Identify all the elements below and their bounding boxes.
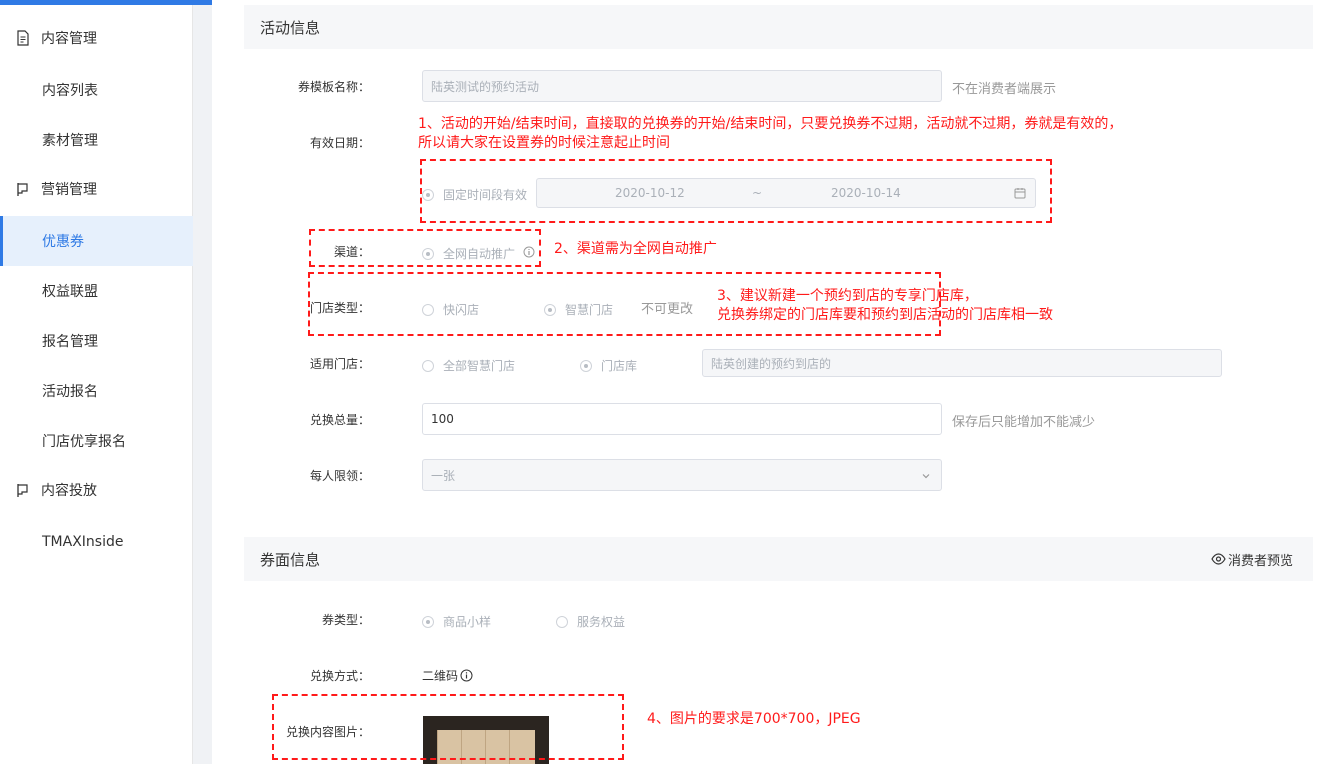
store-library-value: 陆英创建的预约到店的 <box>711 356 832 371</box>
sidebar-item-label: 营销管理 <box>41 182 97 198</box>
annotation-box-image <box>272 694 624 760</box>
radio-label: 门店库 <box>601 359 638 373</box>
sidebar-group-content-delivery[interactable]: 内容投放 <box>0 465 193 515</box>
chevron-down-icon <box>921 470 931 484</box>
radio-label: 商品小样 <box>443 615 492 629</box>
sidebar-group-content-management[interactable]: 内容管理 <box>0 13 193 63</box>
document-icon <box>15 30 31 46</box>
template-name-label: 券模板名称： <box>297 80 370 94</box>
sidebar-item-label: 报名管理 <box>42 334 98 350</box>
template-name-field[interactable]: 陆英测试的预约活动 <box>422 70 942 102</box>
per-person-select[interactable]: 一张 <box>422 459 942 491</box>
annotation-4: 4、图片的要求是700*700，JPEG <box>647 711 861 727</box>
main-content: 活动信息 券模板名称： 陆英测试的预约活动 不在消费者端展示 有效日期： 固定时… <box>212 0 1338 764</box>
sidebar-item-label: 内容投放 <box>41 483 97 499</box>
consumer-preview-button[interactable]: 消费者预览 <box>1211 537 1293 581</box>
flag-icon <box>15 482 31 498</box>
sidebar-group-marketing[interactable]: 营销管理 <box>0 164 193 214</box>
template-name-value: 陆英测试的预约活动 <box>431 79 540 94</box>
preview-label: 消费者预览 <box>1227 553 1293 569</box>
template-name-hint: 不在消费者端展示 <box>952 82 1057 97</box>
applicable-store-label: 适用门店： <box>309 357 370 371</box>
total-hint: 保存后只能增加不能减少 <box>952 415 1096 430</box>
sidebar-item-store-registration[interactable]: 门店优享报名 <box>0 416 193 466</box>
annotation-3-line-2: 兑换券绑定的门店库要和预约到店活动的门店库相一致 <box>717 307 1053 323</box>
radio-dot <box>422 359 434 372</box>
total-label: 兑换总量： <box>309 413 370 427</box>
radio-dot <box>422 615 434 628</box>
sidebar-item-coupon[interactable]: 优惠券 <box>0 216 193 266</box>
redeem-method-value: 二维码 <box>422 669 459 683</box>
section-header-activity: 活动信息 <box>244 5 1313 49</box>
coupon-type-label: 券类型： <box>321 613 370 627</box>
sidebar-item-label: 素材管理 <box>42 133 98 149</box>
sidebar-item-label: TMAXInside <box>42 534 124 550</box>
radio-label: 服务权益 <box>577 615 626 629</box>
coupon-type-radio-service[interactable]: 服务权益 <box>556 613 625 630</box>
section-title: 活动信息 <box>260 18 321 37</box>
per-person-label: 每人限领： <box>309 469 370 483</box>
applicable-store-radio-all[interactable]: 全部智慧门店 <box>422 357 515 374</box>
coupon-type-radio-sample[interactable]: 商品小样 <box>422 613 491 630</box>
validity-label: 有效日期： <box>309 136 370 150</box>
total-input[interactable]: 100 <box>422 403 942 435</box>
per-person-value: 一张 <box>431 468 456 483</box>
annotation-1-line-1: 1、活动的开始/结束时间，直接取的兑换券的开始/结束时间，只要兑换券不过期，活动… <box>418 116 1123 132</box>
annotation-1-line-2: 所以请大家在设置券的时候注意起止时间 <box>418 135 670 151</box>
sidebar-item-label: 门店优享报名 <box>42 434 126 450</box>
sidebar-item-activity-registration[interactable]: 活动报名 <box>0 366 193 416</box>
annotation-box-channel <box>309 229 541 267</box>
eye-icon <box>1211 553 1226 565</box>
sidebar-item-benefit-alliance[interactable]: 权益联盟 <box>0 266 193 316</box>
sidebar-item-label: 内容列表 <box>42 83 98 99</box>
flag-icon <box>15 181 31 197</box>
radio-dot <box>580 359 592 372</box>
section-title: 券面信息 <box>260 550 321 569</box>
sidebar-item-registration-management[interactable]: 报名管理 <box>0 316 193 366</box>
sidebar-item-label: 内容管理 <box>41 31 97 47</box>
total-value: 100 <box>431 412 454 426</box>
sidebar-item-label: 优惠券 <box>42 234 84 250</box>
redeem-method-value-wrap: 二维码 <box>422 667 473 684</box>
applicable-store-radio-library[interactable]: 门店库 <box>580 357 637 374</box>
sidebar: 内容管理 内容列表 素材管理 营销管理 优惠券 权益联盟 报名管理 活动报名 门… <box>0 5 193 764</box>
sidebar-item-label: 活动报名 <box>42 384 98 400</box>
annotation-3: 3、建议新建一个预约到店的专享门店库， 兑换券绑定的门店库要和预约到店活动的门店… <box>717 287 1053 325</box>
radio-label: 全部智慧门店 <box>443 359 516 373</box>
section-header-coupon: 券面信息 消费者预览 <box>244 537 1313 581</box>
info-icon[interactable] <box>460 669 473 682</box>
redeem-method-label: 兑换方式： <box>309 669 370 683</box>
sidebar-item-content-list[interactable]: 内容列表 <box>0 65 193 115</box>
radio-dot <box>556 615 568 628</box>
annotation-box-validity <box>420 159 1052 223</box>
store-library-field[interactable]: 陆英创建的预约到店的 <box>702 349 1222 377</box>
annotation-3-line-1: 3、建议新建一个预约到店的专享门店库， <box>717 288 978 304</box>
sidebar-item-label: 权益联盟 <box>42 284 98 300</box>
sidebar-item-tmaxinside[interactable]: TMAXInside <box>0 517 193 567</box>
annotation-2: 2、渠道需为全网自动推广 <box>554 241 717 257</box>
annotation-1: 1、活动的开始/结束时间，直接取的兑换券的开始/结束时间，只要兑换券不过期，活动… <box>418 115 1122 153</box>
sidebar-item-material-management[interactable]: 素材管理 <box>0 115 193 165</box>
